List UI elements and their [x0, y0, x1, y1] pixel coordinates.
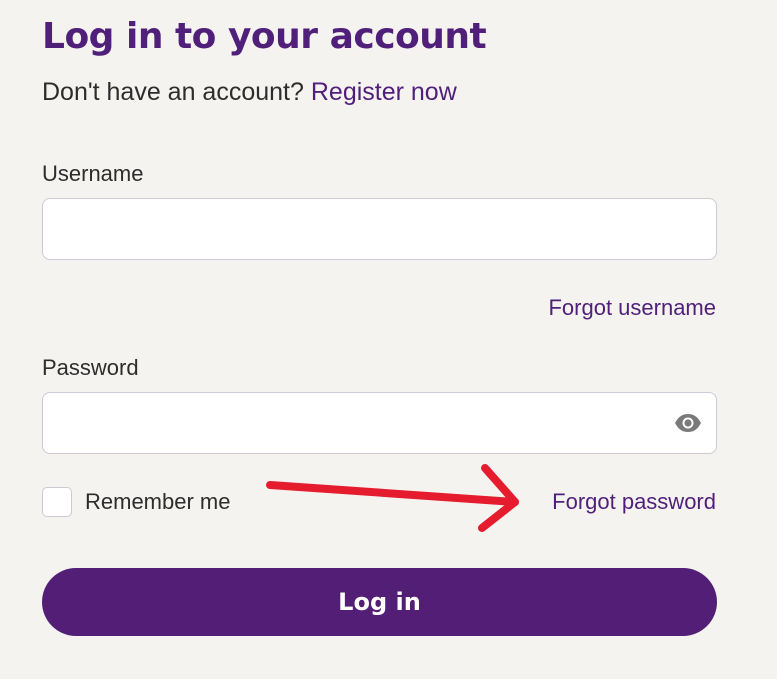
register-now-link[interactable]: Register now [311, 78, 457, 106]
eye-icon[interactable] [672, 408, 704, 438]
forgot-password-link[interactable]: Forgot password [552, 488, 716, 516]
remember-me-checkbox[interactable] [42, 487, 72, 517]
page-title: Log in to your account [42, 16, 487, 57]
username-label: Username [42, 161, 144, 186]
password-label: Password [42, 355, 139, 380]
forgot-username-link[interactable]: Forgot username [548, 294, 716, 322]
username-input[interactable] [42, 198, 717, 260]
log-in-button[interactable]: Log in [42, 568, 717, 636]
remember-me-label: Remember me [85, 489, 231, 514]
register-prompt: Don't have an account? Register now [42, 76, 457, 108]
annotation-arrow [266, 464, 519, 532]
register-prompt-text: Don't have an account? [42, 78, 304, 106]
password-field[interactable] [42, 392, 717, 454]
